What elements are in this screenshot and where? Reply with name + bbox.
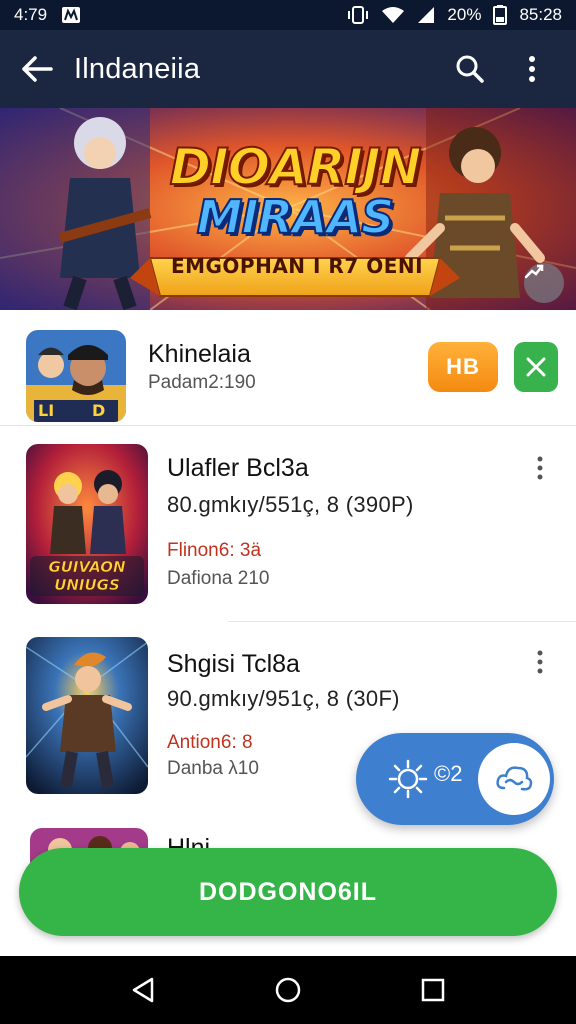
dismiss-button[interactable] (514, 342, 558, 392)
search-icon (456, 55, 484, 83)
nav-home-button[interactable] (258, 960, 318, 1020)
game-date: Dafiona 210 (167, 568, 270, 589)
more-vert-icon (537, 456, 543, 480)
game-tag: Antion6: 8 (167, 732, 253, 753)
banner-title-line2: MIRAAS (196, 189, 396, 245)
svg-text:LI: LI (38, 401, 54, 420)
game-meta: 90.gmkıy/951ç, 8 (30F) (167, 686, 400, 711)
nav-recents-button[interactable] (403, 960, 463, 1020)
triangle-back-icon (132, 977, 153, 1003)
chat-fab[interactable] (478, 743, 550, 815)
trending-icon (524, 264, 544, 279)
banner-ribbon-text: EMGOPHAN I R7 OENI (170, 254, 424, 278)
nav-back-button[interactable] (113, 960, 173, 1020)
banner-title-line1: DIOARIJN (169, 137, 423, 197)
wifi-icon (381, 6, 405, 24)
signal-icon (417, 6, 435, 24)
more-vert-icon (537, 650, 543, 674)
game-date: Danba λ10 (167, 758, 259, 779)
cloud-chat-icon (496, 766, 533, 791)
overflow-menu-button[interactable] (510, 47, 554, 91)
notification-icon (61, 6, 81, 24)
circle-home-icon (275, 977, 301, 1003)
featured-subtitle: Padam2:190 (148, 372, 256, 393)
game-thumbnail: GUIVAON UNIUGS (26, 444, 148, 604)
battery-text: 20% (447, 5, 482, 24)
featured-title: Khinelaia (148, 340, 251, 368)
app-bar: Ilndaneiia (0, 30, 576, 108)
svg-text:D: D (92, 401, 105, 420)
sun-icon (386, 757, 430, 806)
back-button[interactable] (0, 30, 74, 108)
vibrate-icon (347, 6, 369, 24)
promo-banner[interactable]: DIOARIJN MIRAAS EMGOPHAN I R7 OENI (0, 108, 576, 310)
arrow-left-icon (22, 56, 53, 82)
list-item[interactable]: GUIVAON UNIUGS Ulafler Bcl3a 80.gmkıy/55… (0, 426, 576, 626)
game-meta: 80.gmkıy/551ç, 8 (390P) (167, 492, 414, 517)
floating-chat-pill[interactable]: ©2 (356, 733, 554, 825)
featured-thumbnail: LI D (26, 330, 126, 422)
pill-label: ©2 (434, 761, 463, 786)
status-clock: 85:28 (519, 5, 562, 24)
square-recents-icon (422, 978, 445, 1002)
status-time: 4:79 (14, 5, 48, 24)
hd-button[interactable]: HB (428, 342, 498, 392)
search-button[interactable] (448, 47, 492, 91)
banner-trend-button[interactable] (524, 263, 564, 303)
game-tag: Flinon6: 3ä (167, 540, 262, 561)
game-thumbnail-text: GUIVAON UNIUGS (48, 558, 126, 595)
status-bar: 4:79 20% 85:28 (0, 0, 576, 30)
more-vert-icon (529, 56, 535, 82)
item-menu-button[interactable] (528, 644, 552, 680)
system-nav-bar (0, 956, 576, 1024)
game-title: Shgisi Tcl8a (167, 650, 300, 678)
app-title: Ilndaneiia (74, 52, 201, 85)
game-title: Ulafler Bcl3a (167, 454, 309, 482)
item-menu-button[interactable] (528, 450, 552, 486)
download-button[interactable]: DODGONO6IL (19, 848, 557, 936)
battery-icon (493, 5, 508, 25)
game-thumbnail (26, 637, 148, 794)
close-icon (526, 357, 546, 377)
